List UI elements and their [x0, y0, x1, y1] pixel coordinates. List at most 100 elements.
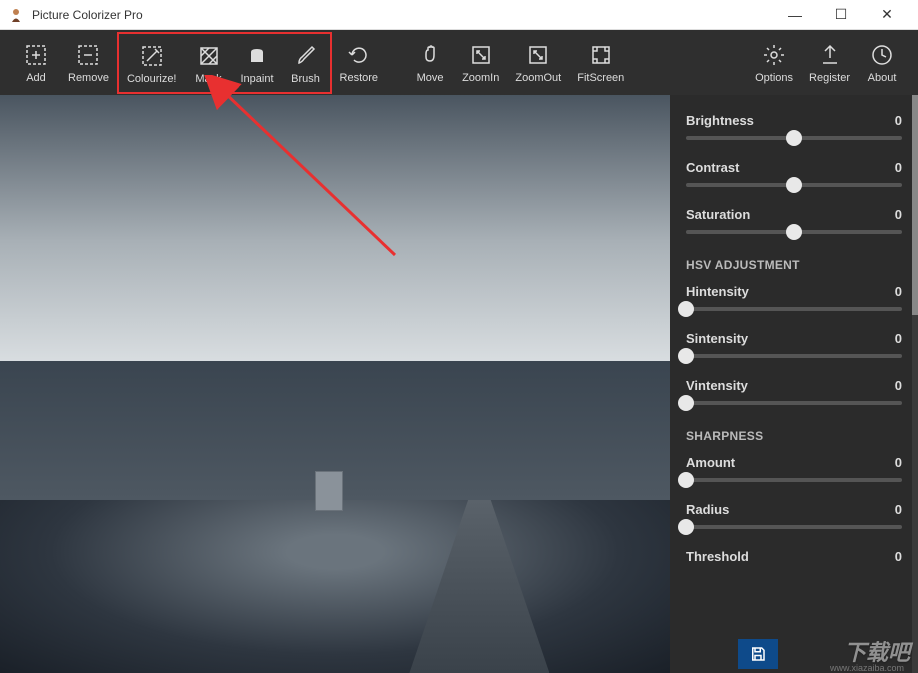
- move-icon: [417, 42, 443, 68]
- remove-button[interactable]: Remove: [60, 33, 117, 93]
- vintensity-row: Vintensity 0: [670, 372, 918, 419]
- brightness-slider[interactable]: [686, 136, 902, 140]
- register-button[interactable]: Register: [801, 33, 858, 93]
- brush-button[interactable]: Brush: [282, 34, 330, 94]
- bottom-actions: [738, 639, 778, 669]
- options-button[interactable]: Options: [747, 33, 801, 93]
- contrast-value: 0: [895, 160, 902, 175]
- inpaint-label: Inpaint: [241, 73, 274, 85]
- vintensity-value: 0: [895, 378, 902, 393]
- maximize-button[interactable]: ☐: [818, 0, 864, 30]
- colourize-label: Colourize!: [127, 73, 177, 85]
- brightness-row: Brightness 0: [670, 107, 918, 154]
- hsv-header: HSV ADJUSTMENT: [670, 248, 918, 278]
- saturation-value: 0: [895, 207, 902, 222]
- fitscreen-icon: [588, 42, 614, 68]
- slider-thumb[interactable]: [678, 395, 694, 411]
- fitscreen-button[interactable]: FitScreen: [569, 33, 632, 93]
- watermark-url: www.xiazaiba.com: [830, 663, 904, 673]
- slider-thumb[interactable]: [678, 519, 694, 535]
- amount-row: Amount 0: [670, 449, 918, 496]
- amount-value: 0: [895, 455, 902, 470]
- scrollbar-thumb[interactable]: [912, 95, 918, 315]
- canvas-area[interactable]: [0, 95, 670, 673]
- hintensity-label: Hintensity: [686, 284, 749, 299]
- highlighted-tool-group: Colourize! Mask Inpaint Brush: [117, 32, 332, 94]
- amount-label: Amount: [686, 455, 735, 470]
- canvas-image: [0, 95, 670, 673]
- contrast-slider[interactable]: [686, 183, 902, 187]
- gear-icon: [761, 42, 787, 68]
- zoomin-button[interactable]: ZoomIn: [454, 33, 507, 93]
- mask-button[interactable]: Mask: [185, 34, 233, 94]
- save-button[interactable]: [738, 639, 778, 669]
- brush-label: Brush: [291, 73, 320, 85]
- remove-label: Remove: [68, 72, 109, 84]
- minimize-button[interactable]: —: [772, 0, 818, 30]
- radius-label: Radius: [686, 502, 729, 517]
- remove-icon: [75, 42, 101, 68]
- restore-button[interactable]: Restore: [332, 33, 387, 93]
- about-label: About: [868, 72, 897, 84]
- main-area: Brightness 0 Contrast 0 Saturation0 HSV AD…: [0, 95, 918, 673]
- zoomin-icon: [468, 42, 494, 68]
- add-icon: [23, 42, 49, 68]
- window-title: Picture Colorizer Pro: [32, 8, 772, 22]
- hintensity-value: 0: [895, 284, 902, 299]
- zoomout-label: ZoomOut: [515, 72, 561, 84]
- sharpness-header: SHARPNESS: [670, 419, 918, 449]
- zoomin-label: ZoomIn: [462, 72, 499, 84]
- toolbar: Add Remove Colourize! Mask Inpaint Brush…: [0, 30, 918, 95]
- slider-thumb[interactable]: [678, 301, 694, 317]
- radius-slider[interactable]: [686, 525, 902, 529]
- zoomout-icon: [525, 42, 551, 68]
- add-label: Add: [26, 72, 46, 84]
- threshold-row: Threshold 0: [670, 543, 918, 576]
- app-icon: [8, 7, 24, 23]
- inpaint-icon: [244, 43, 270, 69]
- save-icon: [749, 645, 767, 663]
- close-button[interactable]: ✕: [864, 0, 910, 30]
- fitscreen-label: FitScreen: [577, 72, 624, 84]
- add-button[interactable]: Add: [12, 33, 60, 93]
- move-label: Move: [417, 72, 444, 84]
- saturation-slider[interactable]: [686, 230, 902, 234]
- move-button[interactable]: Move: [406, 33, 454, 93]
- brush-icon: [293, 43, 319, 69]
- about-button[interactable]: About: [858, 33, 906, 93]
- titlebar: Picture Colorizer Pro — ☐ ✕: [0, 0, 918, 30]
- colourize-button[interactable]: Colourize!: [119, 34, 185, 94]
- adjustments-panel: Brightness 0 Contrast 0 Saturation0 HSV AD…: [670, 95, 918, 673]
- vertical-scrollbar[interactable]: [912, 95, 918, 673]
- slider-thumb[interactable]: [786, 130, 802, 146]
- zoomout-button[interactable]: ZoomOut: [507, 33, 569, 93]
- amount-slider[interactable]: [686, 478, 902, 482]
- restore-label: Restore: [340, 72, 379, 84]
- register-label: Register: [809, 72, 850, 84]
- brightness-value: 0: [895, 113, 902, 128]
- inpaint-button[interactable]: Inpaint: [233, 34, 282, 94]
- window-controls: — ☐ ✕: [772, 0, 910, 30]
- hintensity-slider[interactable]: [686, 307, 902, 311]
- vintensity-label: Vintensity: [686, 378, 748, 393]
- contrast-label: Contrast: [686, 160, 739, 175]
- about-icon: [869, 42, 895, 68]
- vintensity-slider[interactable]: [686, 401, 902, 405]
- slider-thumb[interactable]: [678, 348, 694, 364]
- options-label: Options: [755, 72, 793, 84]
- saturation-row: Saturation0: [670, 201, 918, 248]
- contrast-row: Contrast 0: [670, 154, 918, 201]
- mask-icon: [196, 43, 222, 69]
- threshold-label: Threshold: [686, 549, 749, 564]
- sintensity-value: 0: [895, 331, 902, 346]
- register-icon: [817, 42, 843, 68]
- sintensity-slider[interactable]: [686, 354, 902, 358]
- slider-thumb[interactable]: [786, 224, 802, 240]
- mask-label: Mask: [195, 73, 221, 85]
- slider-thumb[interactable]: [678, 472, 694, 488]
- threshold-value: 0: [895, 549, 902, 564]
- slider-thumb[interactable]: [786, 177, 802, 193]
- brightness-label: Brightness: [686, 113, 754, 128]
- hintensity-row: Hintensity 0: [670, 278, 918, 325]
- sintensity-row: Sintensity0: [670, 325, 918, 372]
